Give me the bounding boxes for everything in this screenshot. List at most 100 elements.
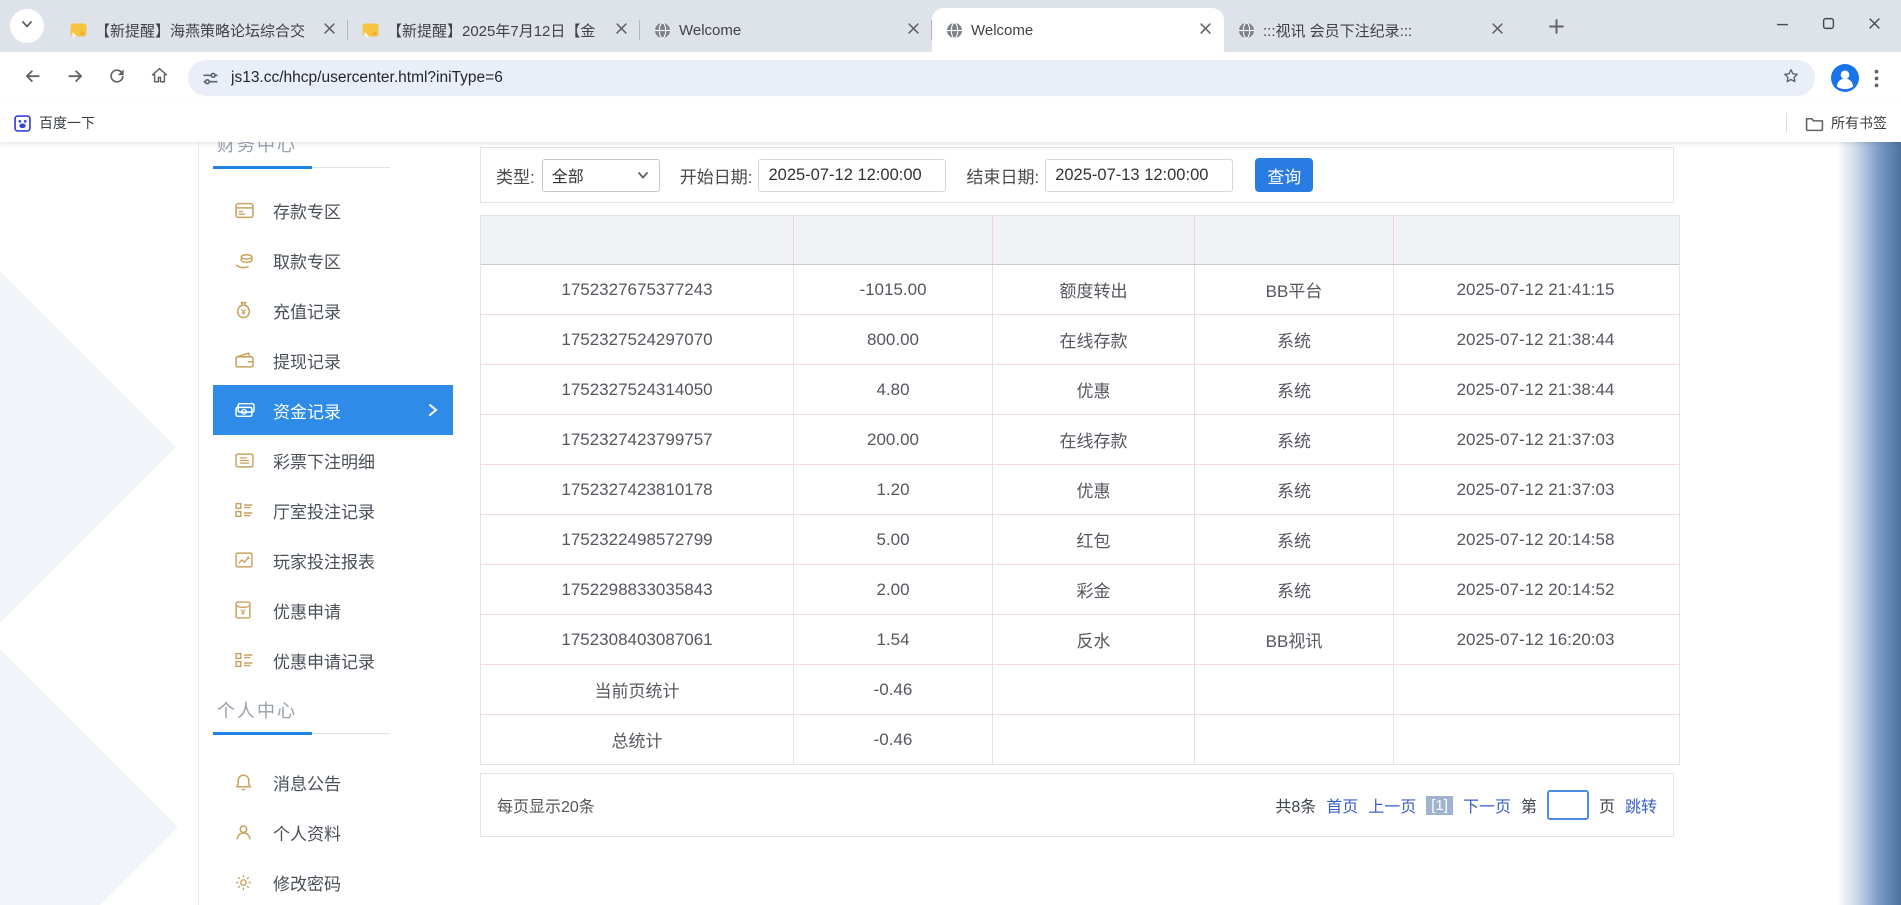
sidebar-item[interactable]: 玩家投注报表: [213, 535, 453, 585]
browser-tab[interactable]: 【新提醒】2025年7月12日【金: [348, 8, 640, 52]
jump-link[interactable]: 跳转: [1625, 793, 1657, 817]
plus-icon: [1548, 18, 1565, 40]
cell-order-no: 1752327675377243: [481, 265, 794, 314]
profile-avatar-button[interactable]: [1827, 60, 1863, 96]
bookmark-star-button[interactable]: [1781, 66, 1801, 91]
decor-right-band: [1837, 142, 1901, 905]
forward-button[interactable]: [54, 58, 96, 98]
sidebar-item[interactable]: 个人资料: [213, 807, 453, 857]
search-button[interactable]: 查询: [1255, 158, 1313, 192]
table-row: 1752327524297070 800.00 在线存款 系统 2025-07-…: [481, 315, 1679, 365]
column-header: [794, 216, 993, 264]
sidebar-item[interactable]: 优惠申请: [213, 585, 453, 635]
site-settings-icon[interactable]: [202, 70, 219, 87]
start-date-label: 开始日期:: [680, 163, 753, 188]
back-button[interactable]: [12, 58, 54, 98]
tab-title: Welcome: [971, 22, 1188, 39]
browser-tab[interactable]: 【新提醒】海燕策略论坛综合交: [56, 8, 348, 52]
browser-tab[interactable]: Welcome: [640, 8, 932, 52]
cell-time: 2025-07-12 20:14:52: [1394, 565, 1677, 614]
tab-title: Welcome: [679, 22, 896, 39]
cell-amount: 200.00: [794, 415, 993, 464]
cell-project: [1195, 665, 1394, 714]
tab-close-button[interactable]: [320, 21, 338, 39]
cell-time: 2025-07-12 16:20:03: [1394, 615, 1677, 664]
tab-close-button[interactable]: [612, 21, 630, 39]
bookmark-baidu[interactable]: 百度一下: [14, 113, 95, 133]
table-header-row: [481, 216, 1679, 265]
sidebar-item[interactable]: 存款专区: [213, 185, 453, 235]
minimize-button[interactable]: [1759, 0, 1805, 52]
sidebar-item[interactable]: 取款专区: [213, 235, 453, 285]
table-row: 1752327675377243 -1015.00 额度转出 BB平台 2025…: [481, 265, 1679, 315]
grid-list-icon: [235, 502, 255, 518]
bell-icon: [235, 773, 255, 791]
tab-title: 【新提醒】海燕策略论坛综合交: [95, 20, 312, 41]
table-body: 1752327675377243 -1015.00 额度转出 BB平台 2025…: [481, 265, 1679, 764]
cell-order-no: 当前页统计: [481, 665, 794, 714]
browser-tab[interactable]: Welcome: [932, 8, 1224, 52]
avatar: [1831, 64, 1859, 92]
cell-project: [1195, 715, 1394, 764]
tab-search-button[interactable]: [10, 9, 44, 43]
type-select[interactable]: 全部: [542, 159, 660, 192]
sidebar-item[interactable]: 资金记录: [213, 385, 453, 435]
sidebar-item-label: 优惠申请记录: [273, 648, 375, 673]
column-header: [1394, 216, 1677, 264]
cell-type: 反水: [993, 615, 1195, 664]
cell-amount: -0.46: [794, 715, 993, 764]
globe-icon: [1238, 22, 1255, 39]
sidebar-item-label: 修改密码: [273, 870, 341, 895]
chevron-right-icon: [427, 403, 439, 417]
cell-type: [993, 715, 1195, 764]
column-header: [1195, 216, 1394, 264]
sidebar-item[interactable]: 充值记录: [213, 285, 453, 335]
divider: [1786, 113, 1787, 133]
cell-order-no: 1752308403087061: [481, 615, 794, 664]
reload-button[interactable]: [96, 58, 138, 98]
sidebar-finance-list: 存款专区 取款专区 充值记录 提现记录 资金记录: [213, 185, 453, 685]
tab-close-button[interactable]: [1488, 21, 1506, 39]
close-icon: [616, 21, 627, 39]
section-underline: [213, 732, 390, 735]
cell-time: [1394, 665, 1677, 714]
hand-coins-icon: [235, 252, 255, 269]
sidebar-left-border: [198, 142, 199, 905]
address-bar[interactable]: js13.cc/hhcp/usercenter.html?iniType=6: [188, 60, 1815, 96]
tab-close-button[interactable]: [904, 21, 922, 39]
folder-icon: [1805, 115, 1824, 132]
current-page[interactable]: [1]: [1426, 796, 1453, 815]
money-bag-icon: [235, 301, 255, 319]
sidebar-item-label: 资金记录: [273, 398, 341, 423]
jump-page-input[interactable]: [1547, 790, 1589, 820]
browser-tab[interactable]: :::视讯 会员下注纪录:::: [1224, 8, 1516, 52]
browser-menu-button[interactable]: [1863, 60, 1889, 96]
prev-page-link[interactable]: 上一页: [1368, 793, 1416, 817]
sidebar-item[interactable]: 优惠申请记录: [213, 635, 453, 685]
next-page-link[interactable]: 下一页: [1463, 793, 1511, 817]
back-arrow-icon: [22, 65, 44, 92]
cell-type: 在线存款: [993, 415, 1195, 464]
sidebar-item[interactable]: 厅室投注记录: [213, 485, 453, 535]
first-page-link[interactable]: 首页: [1326, 793, 1358, 817]
all-bookmarks-button[interactable]: 所有书签: [1805, 113, 1887, 133]
maximize-button[interactable]: [1805, 0, 1851, 52]
cell-time: 2025-07-12 21:37:03: [1394, 415, 1677, 464]
home-button[interactable]: [138, 58, 180, 98]
type-select-value: 全部: [552, 163, 584, 187]
sidebar-item-label: 消息公告: [273, 770, 341, 795]
sidebar-item[interactable]: 修改密码: [213, 857, 453, 905]
tab-title: :::视讯 会员下注纪录:::: [1263, 20, 1480, 41]
globe-icon: [946, 22, 963, 39]
new-tab-button[interactable]: [1548, 18, 1565, 40]
sidebar-item[interactable]: 彩票下注明细: [213, 435, 453, 485]
tab-close-button[interactable]: [1196, 21, 1214, 39]
start-date-input[interactable]: [758, 159, 946, 192]
column-header: [481, 216, 794, 264]
grid-list-icon: [235, 652, 255, 668]
sidebar-item[interactable]: 消息公告: [213, 757, 453, 807]
sidebar-item[interactable]: 提现记录: [213, 335, 453, 385]
end-date-input[interactable]: [1045, 159, 1233, 192]
window-controls: [1759, 0, 1897, 52]
window-close-button[interactable]: [1851, 0, 1897, 52]
